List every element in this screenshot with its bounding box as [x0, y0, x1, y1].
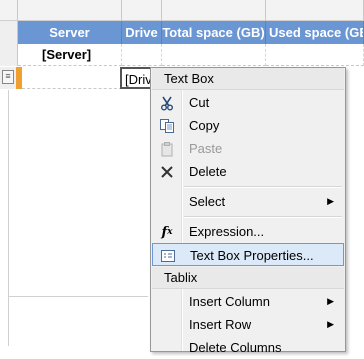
- header-cell-drive[interactable]: Drive: [122, 21, 162, 44]
- context-menu: Text Box Cut Copy Paste Delete Select ▶ …: [150, 67, 346, 355]
- cell-empty[interactable]: [266, 44, 364, 66]
- details-group-icon: ≡: [2, 70, 14, 84]
- menu-item-insert-row[interactable]: Insert Row ▶: [152, 313, 344, 336]
- cell-server-group[interactable]: [Server]: [18, 44, 122, 66]
- menu-item-label: Copy: [189, 118, 220, 133]
- column-handle-server[interactable]: [18, 0, 122, 20]
- submenu-arrow-icon: ▶: [327, 296, 334, 306]
- column-handle-used[interactable]: [266, 0, 364, 20]
- cell-empty[interactable]: [122, 44, 162, 66]
- menu-item-paste[interactable]: Paste: [152, 137, 344, 160]
- menu-item-delete[interactable]: Delete: [152, 160, 344, 183]
- column-handles: [0, 0, 364, 21]
- menu-item-label: Select: [189, 194, 226, 209]
- menu-item-select[interactable]: Select ▶: [152, 190, 344, 213]
- cell-empty[interactable]: [22, 67, 122, 89]
- cut-icon: [158, 94, 176, 112]
- menu-item-label: Insert Column: [189, 294, 270, 309]
- properties-icon: [159, 247, 177, 265]
- menu-item-expression[interactable]: fx Expression...: [152, 220, 344, 243]
- submenu-arrow-icon: ▶: [327, 319, 334, 329]
- menu-item-label: Text Box Properties...: [190, 248, 314, 263]
- menu-item-label: Delete Columns: [189, 340, 282, 355]
- column-handle-drive[interactable]: [122, 0, 162, 20]
- menu-separator: [184, 187, 342, 188]
- cell-empty[interactable]: [162, 44, 266, 66]
- header-cell-total-space[interactable]: Total space (GB): [162, 21, 266, 44]
- row-handle-group[interactable]: [0, 44, 18, 66]
- body-left-edge: [8, 90, 9, 346]
- menu-item-label: Expression...: [189, 224, 265, 239]
- corner-handle[interactable]: [0, 0, 18, 20]
- menu-item-copy[interactable]: Copy: [152, 114, 344, 137]
- menu-section-header-textbox: Text Box: [152, 68, 344, 90]
- submenu-arrow-icon: ▶: [327, 196, 334, 206]
- paste-icon: [158, 140, 176, 158]
- menu-item-textbox-properties[interactable]: Text Box Properties...: [152, 243, 344, 266]
- menu-item-label: Cut: [189, 95, 210, 110]
- column-handle-total[interactable]: [162, 0, 266, 20]
- expression-icon: fx: [161, 224, 173, 240]
- body-bottom-edge: [8, 296, 148, 297]
- menu-section-header-tablix: Tablix: [152, 267, 344, 289]
- menu-item-label: Paste: [189, 141, 223, 156]
- menu-item-delete-columns[interactable]: Delete Columns: [152, 336, 344, 359]
- tablix-header-row: Server Drive Total space (GB) Used space…: [0, 21, 364, 44]
- row-handle-header[interactable]: [0, 21, 18, 44]
- menu-separator: [184, 217, 342, 218]
- delete-icon: [158, 163, 176, 181]
- menu-item-label: Delete: [189, 164, 227, 179]
- header-cell-used-space[interactable]: Used space (GB): [266, 21, 364, 44]
- tablix-group-row: [Server]: [0, 44, 364, 66]
- menu-item-insert-column[interactable]: Insert Column ▶: [152, 290, 344, 313]
- copy-icon: [158, 117, 176, 135]
- header-cell-server[interactable]: Server: [18, 21, 122, 44]
- cell-drive-selected[interactable]: [Driv: [120, 67, 152, 89]
- menu-item-label: Insert Row: [189, 317, 252, 332]
- menu-item-cut[interactable]: Cut: [152, 91, 344, 114]
